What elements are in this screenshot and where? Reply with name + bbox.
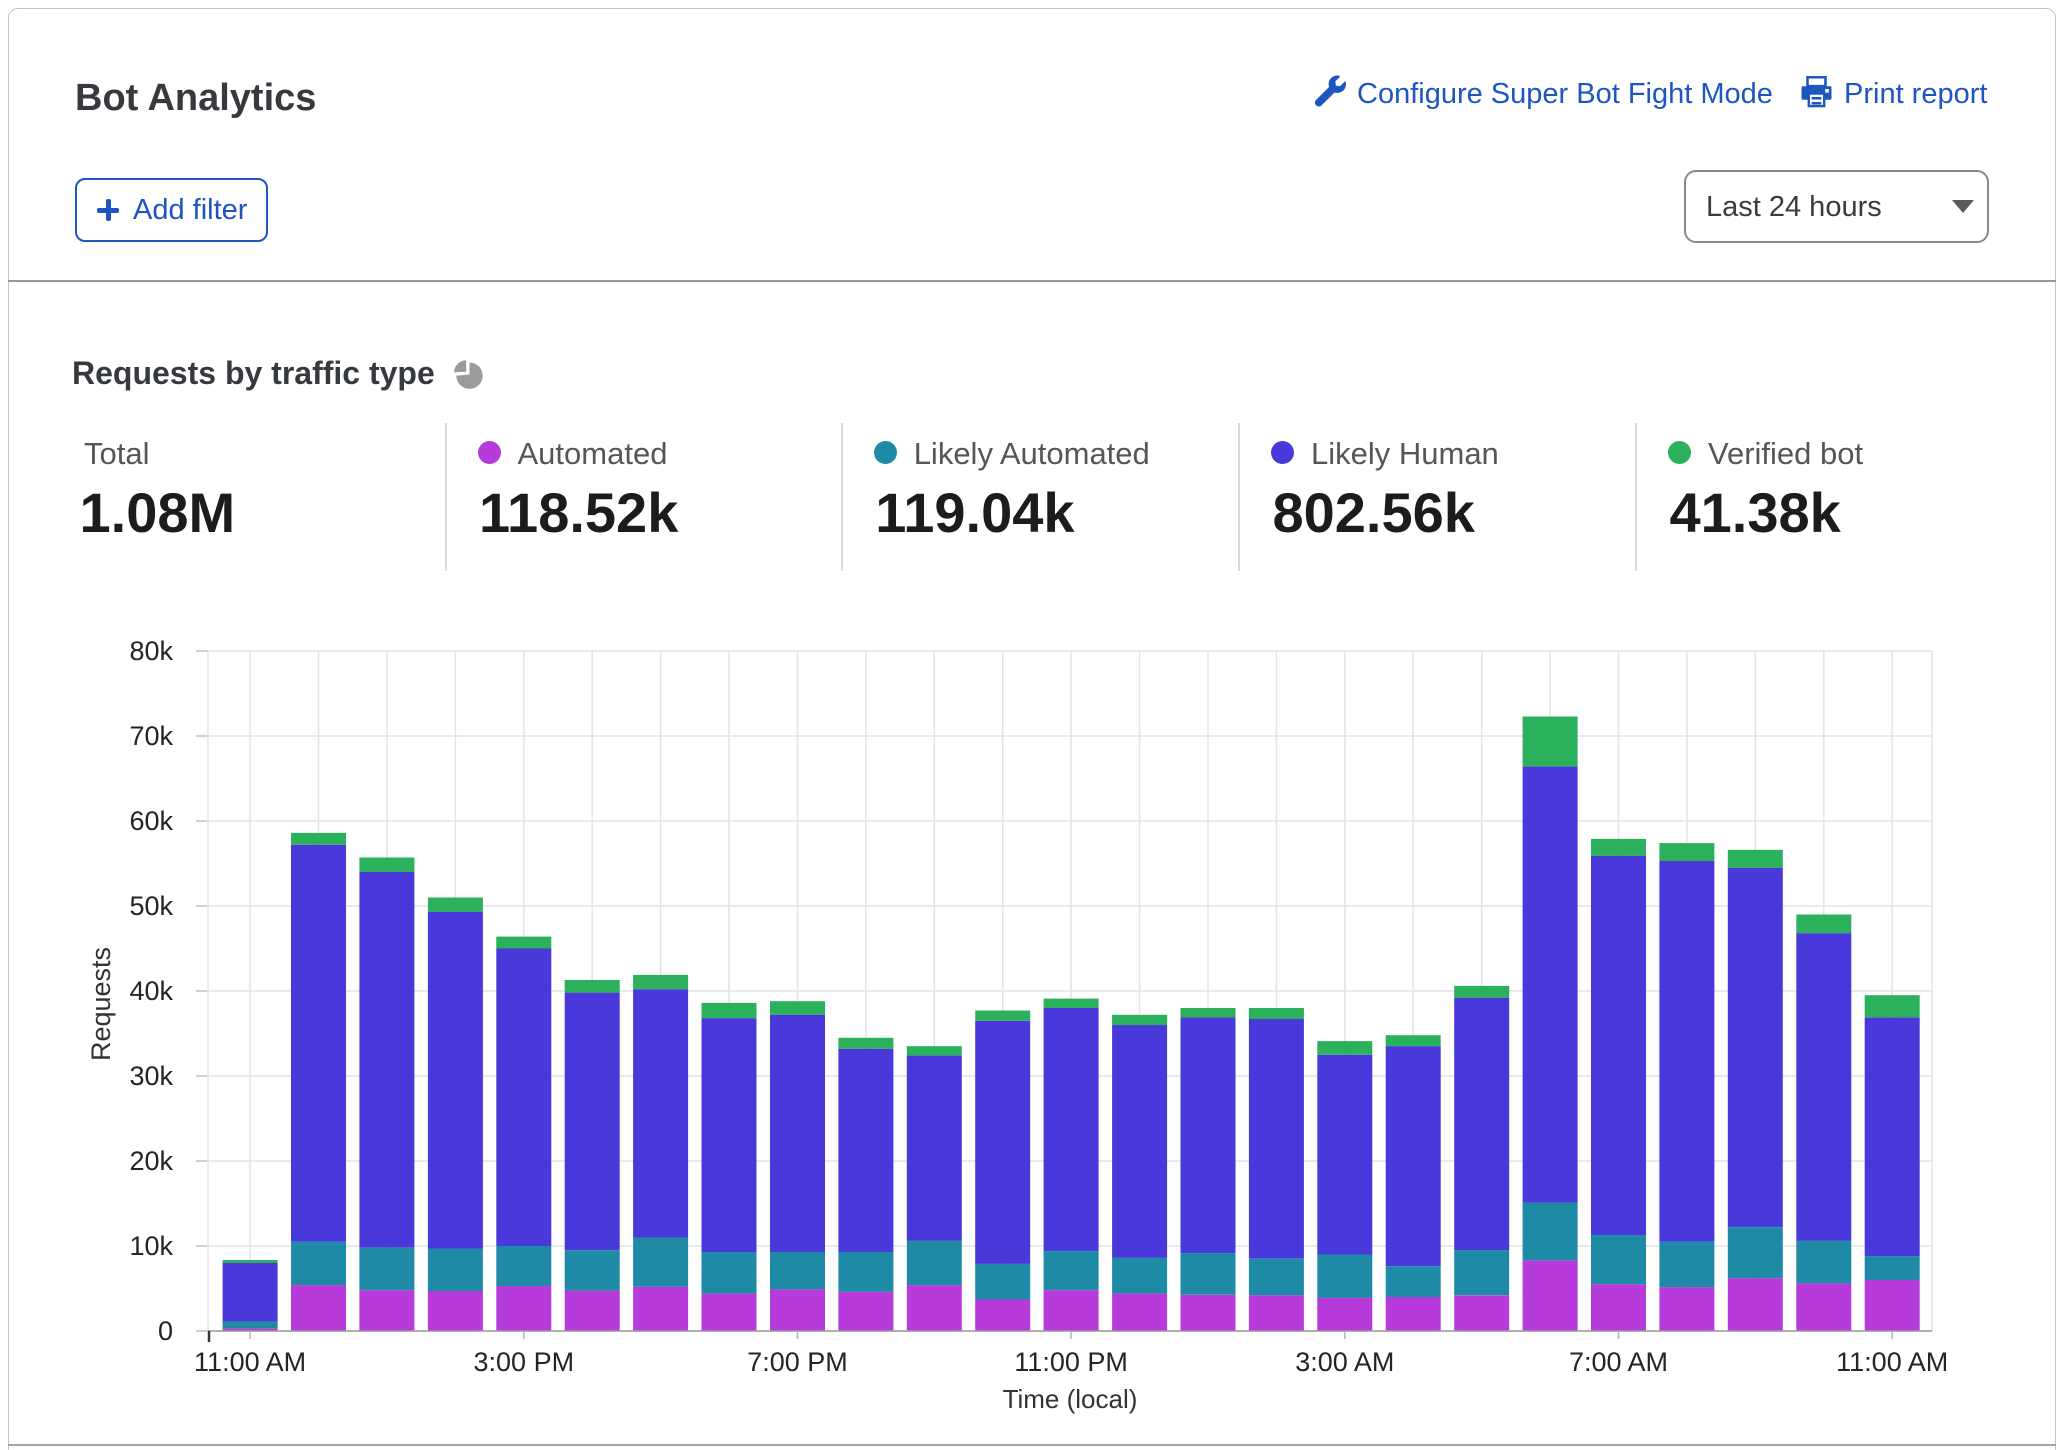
svg-text:7:00 AM: 7:00 AM bbox=[1569, 1347, 1668, 1377]
svg-text:40k: 40k bbox=[129, 976, 173, 1006]
svg-text:11:00 AM: 11:00 AM bbox=[194, 1347, 306, 1377]
svg-text:10k: 10k bbox=[129, 1231, 173, 1261]
svg-text:Time (local): Time (local) bbox=[1003, 1384, 1138, 1414]
svg-text:0: 0 bbox=[158, 1316, 173, 1346]
svg-text:50k: 50k bbox=[129, 891, 173, 921]
svg-text:11:00 PM: 11:00 PM bbox=[1014, 1347, 1128, 1377]
svg-text:3:00 PM: 3:00 PM bbox=[474, 1347, 575, 1377]
svg-text:11:00 AM: 11:00 AM bbox=[1836, 1347, 1948, 1377]
svg-text:20k: 20k bbox=[129, 1146, 173, 1176]
svg-text:60k: 60k bbox=[129, 806, 173, 836]
svg-text:70k: 70k bbox=[129, 721, 173, 751]
svg-text:7:00 PM: 7:00 PM bbox=[747, 1347, 848, 1377]
svg-text:30k: 30k bbox=[129, 1061, 173, 1091]
svg-text:80k: 80k bbox=[129, 636, 173, 666]
svg-text:3:00 AM: 3:00 AM bbox=[1295, 1347, 1394, 1377]
svg-text:Requests: Requests bbox=[86, 947, 116, 1061]
